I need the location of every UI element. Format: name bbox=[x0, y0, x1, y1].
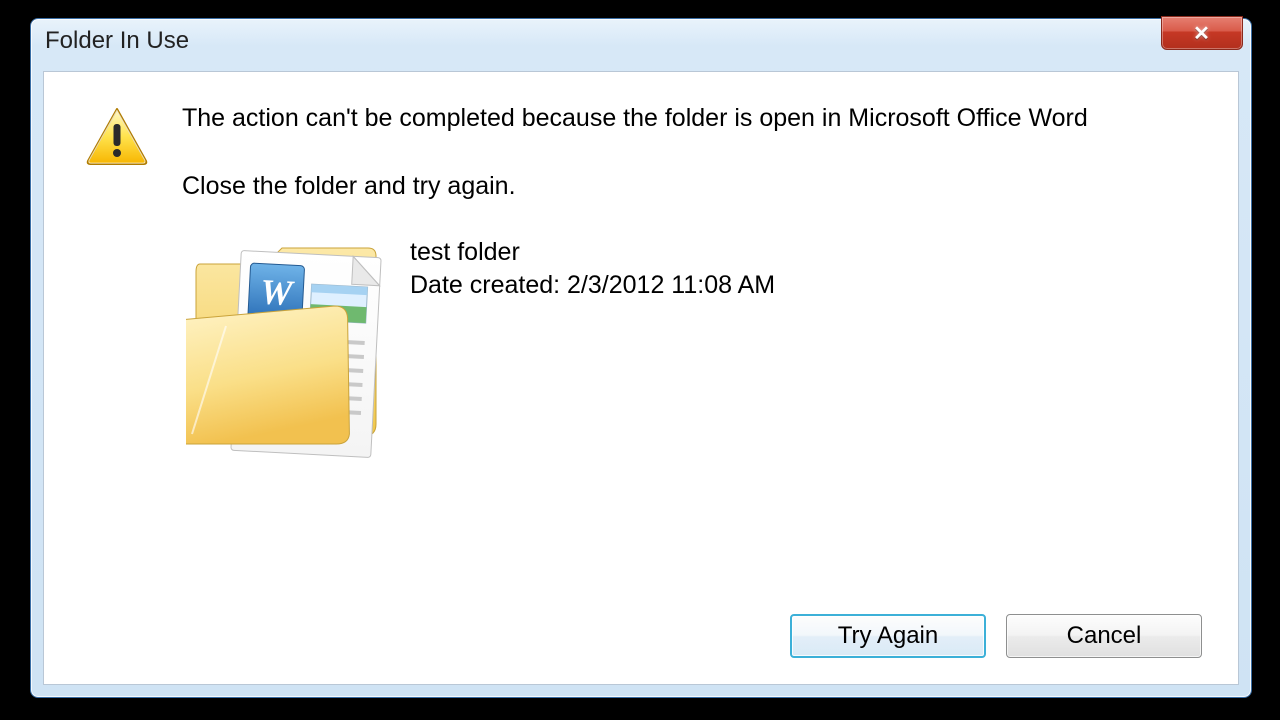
primary-message: The action can't be completed because th… bbox=[182, 102, 1210, 136]
dialog-window: Folder In Use ✕ bbox=[30, 18, 1252, 698]
warning-icon bbox=[72, 102, 162, 166]
window-title: Folder In Use bbox=[45, 27, 189, 55]
cancel-button[interactable]: Cancel bbox=[1006, 614, 1202, 658]
item-date-created: Date created: 2/3/2012 11:08 AM bbox=[410, 269, 775, 303]
close-button[interactable]: ✕ bbox=[1161, 16, 1243, 50]
instruction-message: Close the folder and try again. bbox=[182, 170, 1210, 204]
dialog-content: The action can't be completed because th… bbox=[43, 71, 1239, 685]
item-name: test folder bbox=[410, 236, 775, 270]
folder-icon: W bbox=[186, 234, 396, 474]
title-bar[interactable]: Folder In Use ✕ bbox=[31, 19, 1251, 63]
try-again-button[interactable]: Try Again bbox=[790, 614, 986, 658]
button-row: Try Again Cancel bbox=[790, 614, 1202, 658]
svg-text:W: W bbox=[259, 271, 296, 313]
close-icon: ✕ bbox=[1193, 21, 1211, 46]
